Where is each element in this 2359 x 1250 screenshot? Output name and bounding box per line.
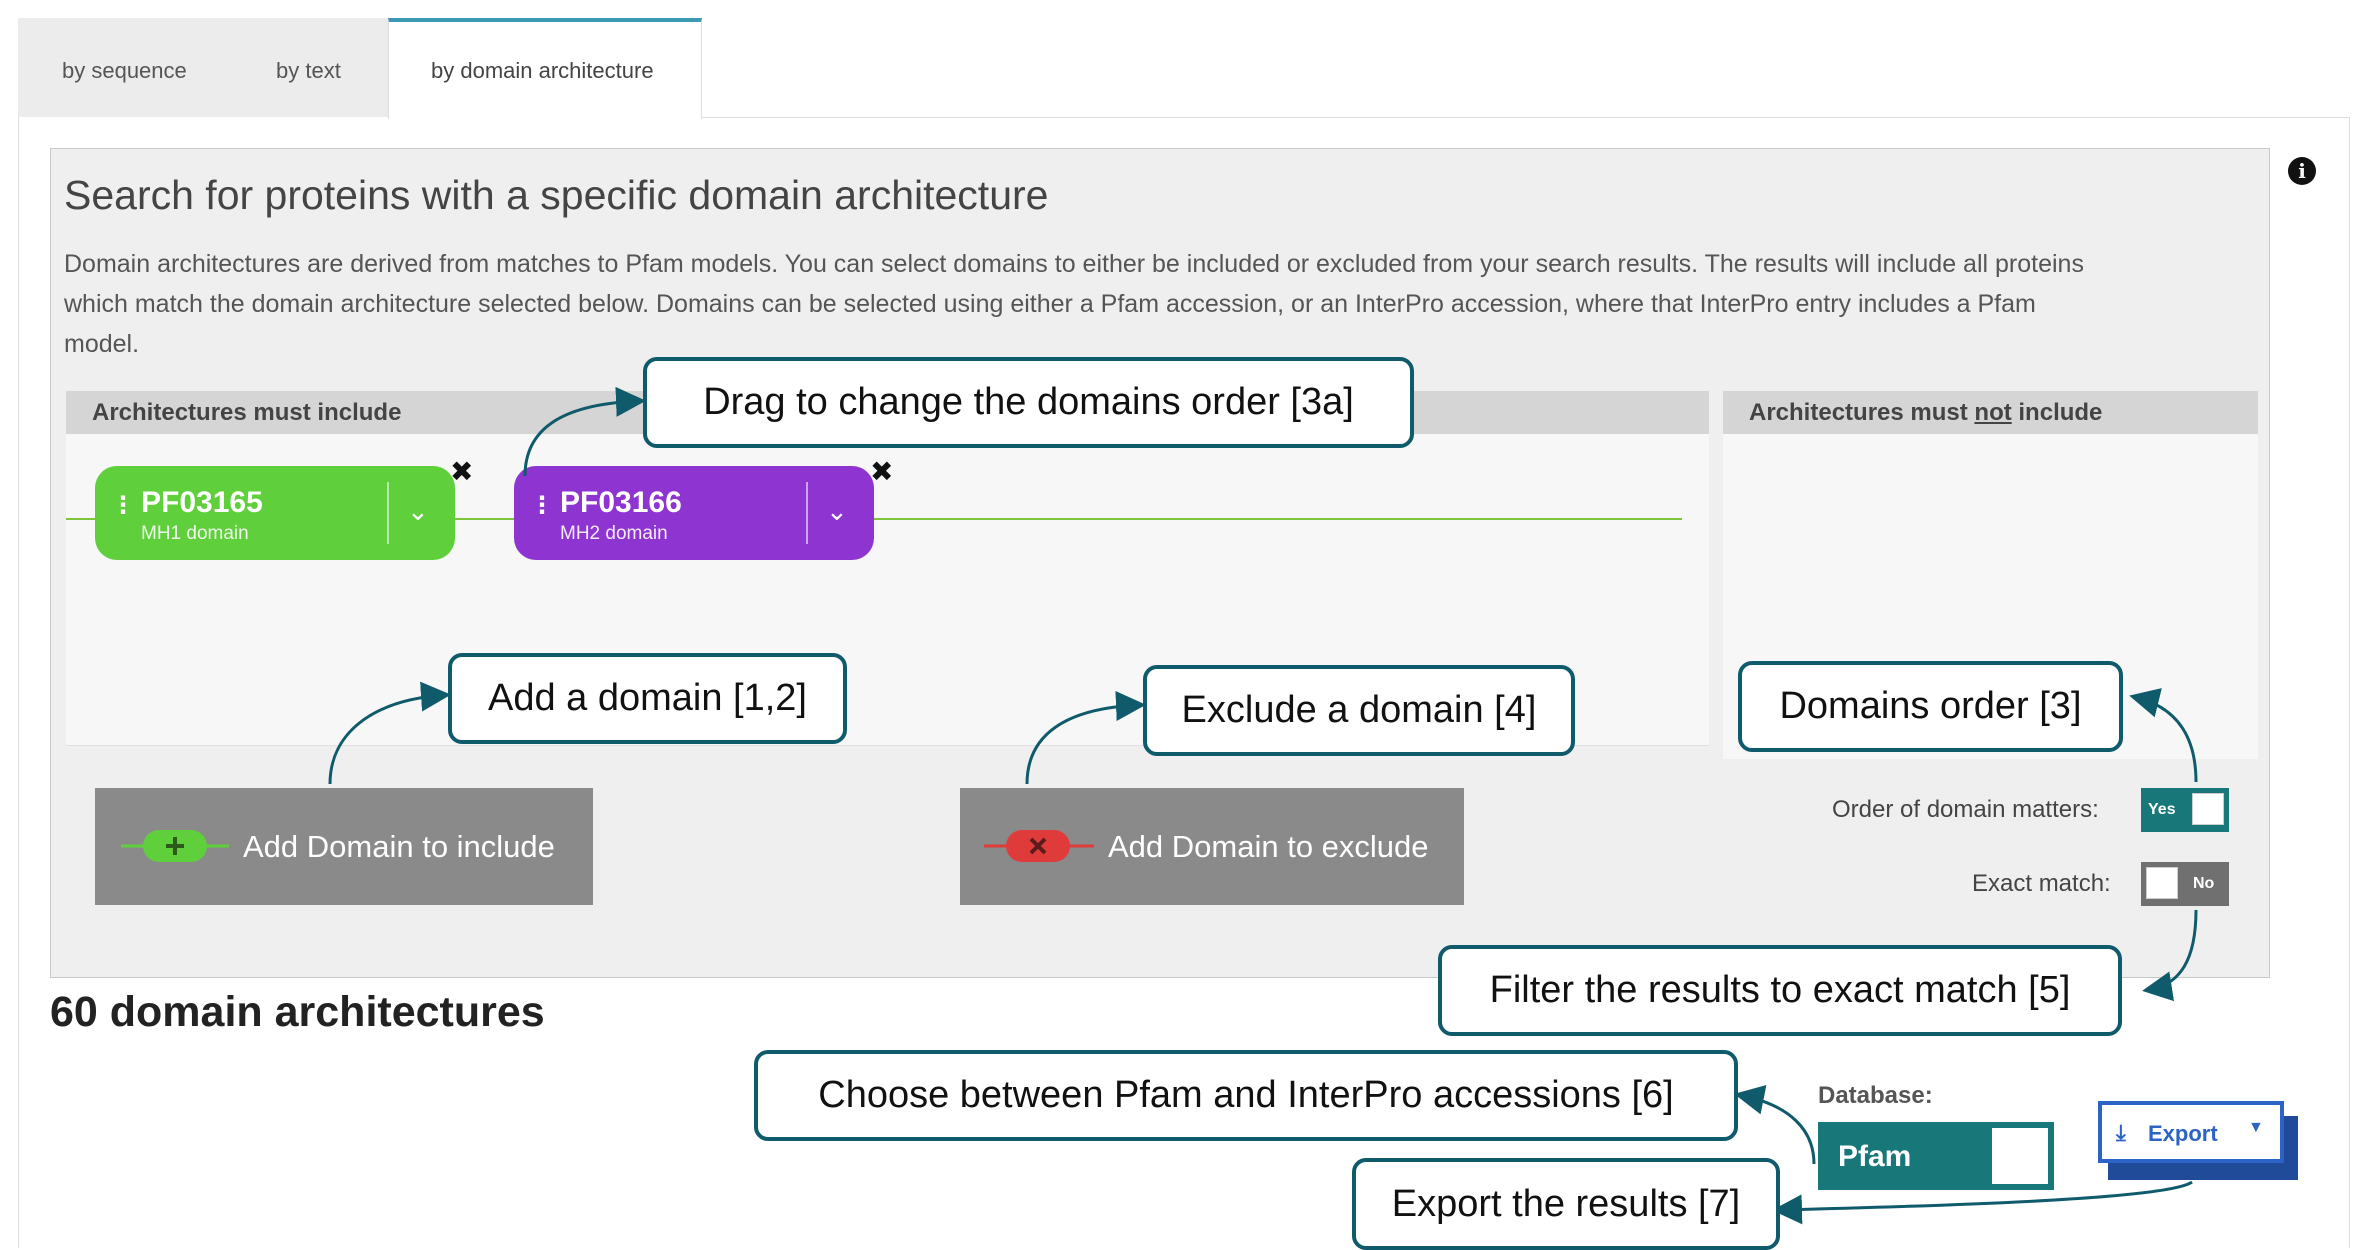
arrow-export xyxy=(1772,1180,2193,1225)
callout-choose: Choose between Pfam and InterPro accessi… xyxy=(754,1050,1738,1141)
arrow-drag xyxy=(523,386,646,477)
arrow-exclude xyxy=(1025,690,1146,785)
callout-exclude: Exclude a domain [4] xyxy=(1143,665,1575,756)
callout-add: Add a domain [1,2] xyxy=(448,653,847,744)
callout-exact: Filter the results to exact match [5] xyxy=(1438,945,2122,1036)
arrow-choose xyxy=(1734,1085,1816,1165)
callout-order: Domains order [3] xyxy=(1738,661,2123,752)
arrow-add xyxy=(328,681,451,785)
arrow-order xyxy=(2129,688,2198,783)
arrow-exact xyxy=(2142,909,2198,1002)
callout-drag: Drag to change the domains order [3a] xyxy=(643,357,1414,448)
callout-export: Export the results [7] xyxy=(1352,1158,1780,1250)
